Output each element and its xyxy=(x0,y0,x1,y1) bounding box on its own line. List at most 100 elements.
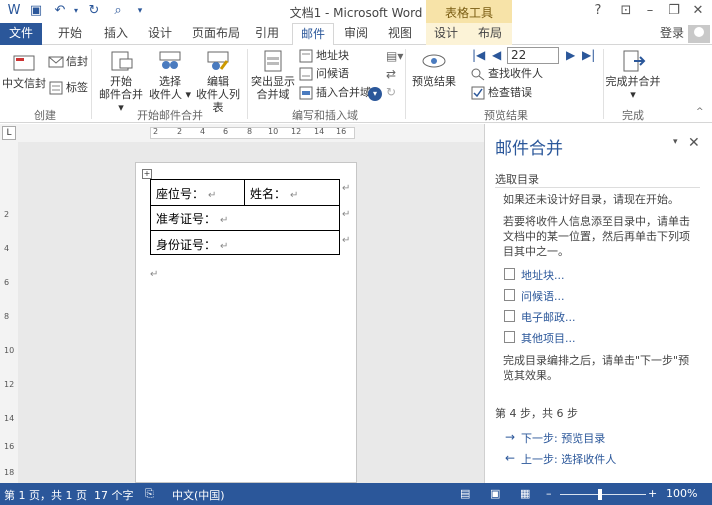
address-block-icon xyxy=(299,49,313,63)
select-recipients-button[interactable]: 选择 收件人 ▾ xyxy=(148,49,192,101)
tab-design[interactable]: 设计 xyxy=(142,23,178,45)
next-step-label: 下一步: 预览目录 xyxy=(521,432,606,445)
first-record-icon[interactable]: |◀ xyxy=(472,48,485,62)
sign-in-link[interactable]: 登录 xyxy=(660,23,684,44)
tab-page-layout[interactable]: 页面布局 xyxy=(188,23,244,45)
group-separator xyxy=(91,49,92,119)
previous-record-icon[interactable]: ◀ xyxy=(492,48,501,62)
find-recipient-icon xyxy=(471,68,485,81)
table-move-handle-icon[interactable]: + xyxy=(142,169,152,179)
edit-recipient-list-button[interactable]: 编辑 收件人列表 xyxy=(192,49,244,114)
update-labels-icon[interactable]: ↻ xyxy=(386,85,396,99)
page-count[interactable]: 第 1 页，共 1 页 xyxy=(4,487,87,503)
title-bar: 表格工具 W ▣ ↶ ▾ ↻ ⌕ ▾ 文档1 - Microsoft Word … xyxy=(0,0,712,23)
tab-references[interactable]: 引用 xyxy=(252,23,282,45)
dropdown-circle-icon[interactable]: ▾ xyxy=(368,87,382,101)
highlight-merge-fields-button[interactable]: 突出显示 合并域 xyxy=(250,49,296,101)
horizontal-ruler[interactable]: L 2 2 4 6 8 10 12 14 16 xyxy=(0,124,484,142)
pane-options-icon[interactable]: ▾ xyxy=(673,137,678,147)
minimize-icon[interactable]: – xyxy=(640,2,660,20)
ribbon-display-icon[interactable]: ⊡ xyxy=(616,2,636,20)
pane-title: 邮件合并 xyxy=(495,139,563,159)
match-fields-icon[interactable]: ⇄ xyxy=(386,67,396,81)
tab-file[interactable]: 文件 xyxy=(0,23,42,45)
labels-label: 标签 xyxy=(66,81,88,94)
ruler-tick: 12 xyxy=(291,127,302,136)
word-count[interactable]: 17 个字 xyxy=(94,487,134,503)
row-end-mark-icon: ↵ xyxy=(342,183,351,194)
labels-icon xyxy=(49,81,63,95)
zoom-in-icon[interactable]: + xyxy=(648,487,657,500)
restore-icon[interactable]: ❐ xyxy=(664,2,684,20)
tab-review[interactable]: 审阅 xyxy=(340,23,372,45)
pane-intro-text: 如果还未设计好目录，请现在开始。 xyxy=(503,193,679,206)
proofing-icon[interactable]: ⎘ xyxy=(145,487,154,501)
name-label: 姓名： xyxy=(250,187,287,201)
zoom-out-icon[interactable]: – xyxy=(546,487,552,500)
greeting-line-button[interactable]: 问候语 xyxy=(298,67,349,81)
paragraph-mark-icon: ↵ xyxy=(208,190,217,201)
pane-close-icon[interactable]: ✕ xyxy=(688,135,700,151)
chinese-envelope-icon xyxy=(13,55,35,71)
table-row-border xyxy=(151,205,339,206)
document-table[interactable]: 座位号： ↵ 姓名： ↵ 准考证号： ↵ 身份证号： ↵ xyxy=(150,179,340,255)
tab-home[interactable]: 开始 xyxy=(52,23,88,45)
zoom-slider-thumb[interactable] xyxy=(598,489,602,500)
group-finish-label: 完成 xyxy=(622,109,644,122)
vruler-tick: 2 xyxy=(4,210,10,219)
chinese-envelope-button[interactable]: 中文信封 xyxy=(2,51,46,90)
zoom-level[interactable]: 100% xyxy=(666,487,697,500)
table-cell-id[interactable]: 身份证号： ↵ xyxy=(156,236,228,253)
table-cell-exam[interactable]: 准考证号： ↵ xyxy=(156,210,228,227)
rules-icon[interactable]: ▤▾ xyxy=(386,49,403,63)
last-record-icon[interactable]: ▶| xyxy=(582,48,595,62)
vruler-tick: 8 xyxy=(4,312,10,321)
pane-link-greeting[interactable]: 问候语... xyxy=(504,288,565,304)
help-button[interactable]: ? xyxy=(588,2,608,20)
preview-results-button[interactable]: 预览结果 xyxy=(410,49,458,88)
read-mode-icon[interactable]: ▤ xyxy=(460,487,470,500)
table-col-border xyxy=(244,180,245,205)
avatar[interactable] xyxy=(688,25,710,43)
previous-step-label: 上一步: 选择收件人 xyxy=(521,453,617,466)
select-recipients-label-2: 收件人 ▾ xyxy=(148,88,192,101)
language-indicator[interactable]: 中文(中国) xyxy=(172,487,225,503)
record-number-input[interactable]: 22 xyxy=(507,47,559,64)
start-mail-merge-button[interactable]: 开始 邮件合并 ▾ xyxy=(96,49,146,114)
previous-step-link[interactable]: ← 上一步: 选择收件人 xyxy=(505,451,617,467)
pane-link-label: 电子邮政... xyxy=(521,311,576,324)
document-area[interactable]: 2 4 6 8 10 12 14 16 18 + 座位号： ↵ 姓名： ↵ 准考证号… xyxy=(0,142,484,483)
table-cell-name[interactable]: 姓名： ↵ xyxy=(250,185,298,202)
check-errors-button[interactable]: 检查错误 xyxy=(470,86,532,100)
find-recipient-button[interactable]: 查找收件人 xyxy=(470,67,543,81)
print-layout-icon[interactable]: ▣ xyxy=(490,487,500,500)
labels-button[interactable]: 标签 xyxy=(48,81,88,95)
paragraph-mark-icon: ↵ xyxy=(220,215,229,226)
tab-selector-icon[interactable]: L xyxy=(2,126,16,140)
vruler-tick: 6 xyxy=(4,278,10,287)
table-cell-seat[interactable]: 座位号： ↵ xyxy=(156,185,216,202)
next-record-icon[interactable]: ▶ xyxy=(566,48,575,62)
next-step-link[interactable]: → 下一步: 预览目录 xyxy=(505,430,606,446)
tab-insert[interactable]: 插入 xyxy=(98,23,134,45)
envelope-button[interactable]: 信封 xyxy=(48,55,88,69)
pane-link-address-block[interactable]: 地址块... xyxy=(504,267,565,283)
pane-link-postage[interactable]: 电子邮政... xyxy=(504,309,576,325)
address-block-button[interactable]: 地址块 xyxy=(298,49,349,63)
web-layout-icon[interactable]: ▦ xyxy=(520,487,530,500)
collapse-ribbon-icon[interactable]: ^ xyxy=(696,107,704,117)
document-page[interactable]: + 座位号： ↵ 姓名： ↵ 准考证号： ↵ 身份证号： ↵ ↵ ↵ ↵ ↵ xyxy=(135,162,357,483)
vertical-ruler[interactable]: 2 4 6 8 10 12 14 16 18 xyxy=(0,142,18,483)
pane-link-more-items[interactable]: 其他项目... xyxy=(504,330,576,346)
close-icon[interactable]: ✕ xyxy=(688,2,708,20)
tab-view[interactable]: 视图 xyxy=(384,23,416,45)
zoom-slider[interactable] xyxy=(560,494,646,495)
tab-table-layout[interactable]: 布局 xyxy=(474,23,506,45)
tab-table-design[interactable]: 设计 xyxy=(430,23,462,45)
tab-mailings[interactable]: 邮件 xyxy=(292,23,334,46)
address-block-label: 地址块 xyxy=(316,49,349,62)
vruler-tick: 10 xyxy=(4,346,15,355)
finish-merge-button[interactable]: 完成并合并 ▾ xyxy=(604,49,662,101)
group-separator xyxy=(247,49,248,119)
start-merge-label-1: 开始 xyxy=(110,75,132,88)
